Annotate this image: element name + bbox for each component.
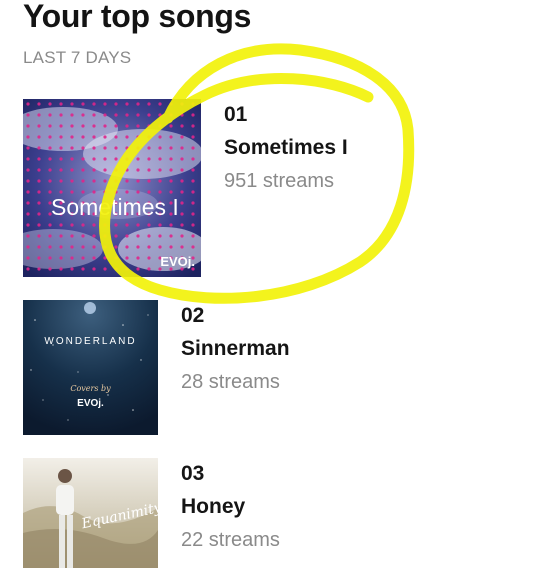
song-rank: 02 [181,304,205,327]
song-rank: 01 [224,103,248,126]
artist-logo: EVOj. [160,254,195,269]
album-art-title: WONDERLAND [44,336,137,347]
time-range-label: LAST 7 DAYS [23,48,132,67]
stream-count: 951 streams [224,170,335,192]
stream-count: 22 streams [181,529,280,551]
album-art[interactable]: Sometimes I EVOj. [23,99,201,277]
stream-count: 28 streams [181,371,280,393]
album-art-image [23,99,201,277]
song-rank: 03 [181,462,205,485]
album-art-title: Sometimes I [51,194,179,220]
artist-logo: EVOj. [77,398,104,409]
song-title[interactable]: Honey [181,495,280,519]
album-art[interactable]: WONDERLAND Covers by EVOj. [23,300,158,435]
song-title[interactable]: Sinnerman [181,337,290,361]
album-art[interactable]: Equanimity [23,458,158,568]
song-title[interactable]: Sometimes I [224,136,348,160]
page-title: Your top songs [23,0,252,34]
album-art-covers-by: Covers by [70,384,111,393]
album-art-image [23,300,158,435]
